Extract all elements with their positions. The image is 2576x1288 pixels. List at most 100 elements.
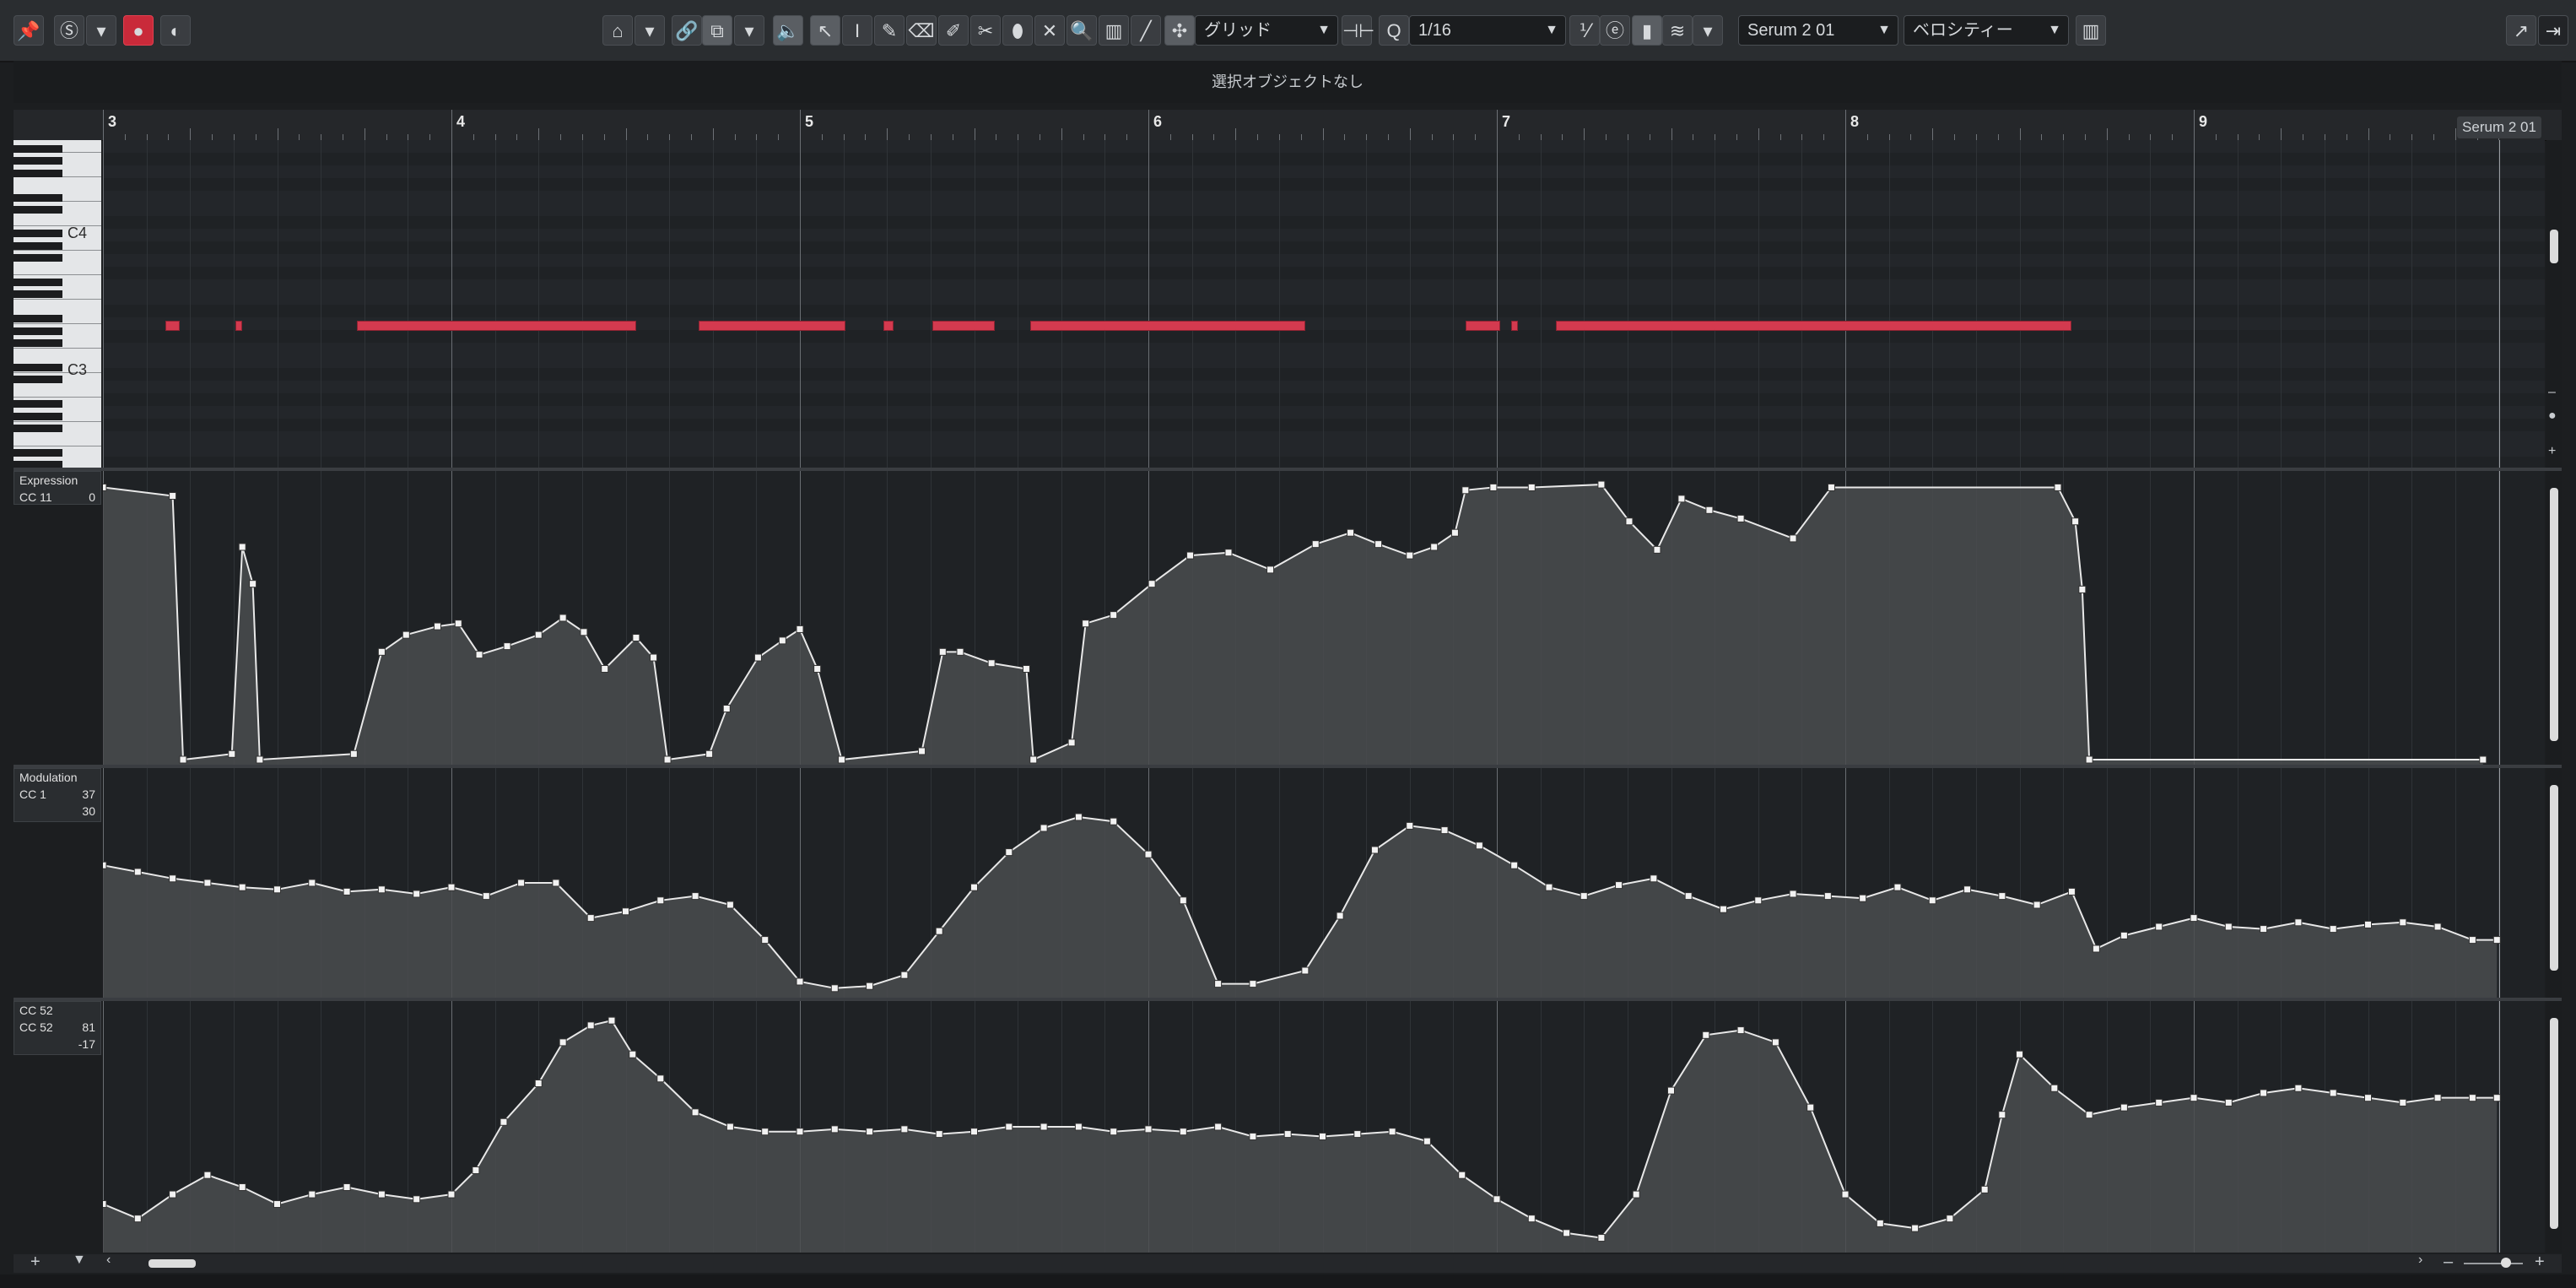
midi-note[interactable]: [1029, 321, 1305, 331]
white-key[interactable]: [14, 262, 101, 275]
keyboard-icon[interactable]: ▥: [2076, 15, 2106, 46]
speaker-icon[interactable]: 🔈: [773, 15, 803, 46]
pointer-icon[interactable]: ↖: [810, 15, 840, 46]
quantize-icon[interactable]: Q: [1379, 15, 1409, 46]
black-key[interactable]: [14, 230, 62, 237]
black-key[interactable]: [14, 194, 62, 202]
range-icon[interactable]: I: [842, 15, 872, 46]
black-key[interactable]: [14, 364, 62, 371]
pin-icon[interactable]: 📌: [14, 15, 44, 46]
snap-icon[interactable]: ✣: [1164, 15, 1195, 46]
iterative-icon[interactable]: ⅟: [1569, 15, 1600, 46]
controller-curve[interactable]: [103, 471, 2545, 765]
black-key[interactable]: [14, 279, 62, 286]
controller-curve[interactable]: [103, 768, 2545, 998]
black-key[interactable]: [14, 425, 62, 432]
glue-icon[interactable]: ⬮: [1002, 15, 1033, 46]
black-key[interactable]: [14, 145, 62, 153]
zoom-icon[interactable]: 🔍: [1067, 15, 1097, 46]
black-key[interactable]: [14, 327, 62, 335]
scroll-thumb[interactable]: [2550, 1018, 2558, 1229]
zoom-in-icon[interactable]: +: [2535, 1253, 2545, 1272]
scroll-left-icon[interactable]: ‹: [106, 1253, 111, 1268]
quantize-select[interactable]: 1/16 ▼: [1409, 15, 1566, 46]
instrument-select[interactable]: Serum 2 01 ▼: [1738, 15, 1898, 46]
black-key[interactable]: [14, 449, 62, 457]
midi-note[interactable]: [1510, 321, 1518, 331]
piano-keyboard[interactable]: C4 C3: [14, 140, 101, 469]
black-key[interactable]: [14, 376, 62, 383]
scroll-right-icon[interactable]: ›: [2418, 1253, 2422, 1268]
black-key[interactable]: [14, 413, 62, 420]
midi-note[interactable]: [235, 321, 243, 331]
dropdown-icon[interactable]: ▾: [86, 15, 116, 46]
horizontal-scroll-thumb[interactable]: [149, 1259, 196, 1268]
export-icon[interactable]: ↗: [2506, 15, 2536, 46]
black-key[interactable]: [14, 206, 62, 214]
midi-note[interactable]: [699, 321, 845, 331]
black-key[interactable]: [14, 170, 62, 177]
stack-icon[interactable]: ⧉: [702, 15, 732, 46]
black-key[interactable]: [14, 315, 62, 322]
dropdown-icon[interactable]: ▾: [734, 15, 764, 46]
midi-note[interactable]: [357, 321, 636, 331]
lane-label-expression[interactable]: Expression CC 11 0: [14, 471, 101, 505]
white-key[interactable]: [14, 348, 101, 361]
scissors-icon[interactable]: ✂: [970, 15, 1001, 46]
zoom-slider[interactable]: [2464, 1263, 2523, 1264]
grid-type-select[interactable]: グリッド ▼: [1195, 15, 1338, 46]
lane-scrollbar[interactable]: [2546, 471, 2562, 765]
solo-icon[interactable]: Ⓢ: [54, 15, 84, 46]
brush-icon[interactable]: ✐: [938, 15, 969, 46]
close-icon[interactable]: ⇥: [2538, 15, 2568, 46]
mute-x-icon[interactable]: ✕: [1034, 15, 1065, 46]
monitor-icon[interactable]: ◐: [160, 15, 191, 46]
note-grid[interactable]: [103, 140, 2545, 469]
add-lane-icon[interactable]: +: [30, 1253, 41, 1272]
pencil-icon[interactable]: ✎: [874, 15, 905, 46]
midi-note[interactable]: [932, 321, 996, 331]
dropdown-icon[interactable]: ▾: [1693, 15, 1723, 46]
zoom-out-icon[interactable]: –: [2444, 1253, 2453, 1272]
scroll-thumb[interactable]: [2550, 785, 2558, 971]
velocity-select[interactable]: ベロシティー ▼: [1904, 15, 2069, 46]
midi-note[interactable]: [1556, 321, 2072, 331]
black-key[interactable]: [14, 290, 62, 298]
scroll-thumb[interactable]: [2550, 488, 2558, 741]
controller-lane-modulation[interactable]: [103, 768, 2545, 998]
white-key[interactable]: [14, 385, 101, 398]
step-icon[interactable]: ▮: [1632, 15, 1662, 46]
midi-note[interactable]: [165, 321, 180, 331]
dropdown-icon[interactable]: ▾: [635, 15, 665, 46]
velocity-icon[interactable]: ▥: [1099, 15, 1129, 46]
zoom-plus-icon[interactable]: +: [2548, 444, 2556, 459]
chevron-down-icon[interactable]: ▼: [73, 1253, 86, 1268]
lane-label-modulation[interactable]: Modulation CC 1 37 30: [14, 768, 101, 822]
midi-note[interactable]: [883, 321, 894, 331]
link-icon[interactable]: 🔗: [672, 15, 702, 46]
white-key[interactable]: [14, 214, 101, 226]
horizontal-scrollbar[interactable]: + ▼ ‹ › – +: [14, 1253, 2562, 1273]
scroll-thumb[interactable]: [2550, 230, 2558, 263]
white-key[interactable]: [14, 299, 101, 312]
lane-label-cc52[interactable]: CC 52 CC 52 81 -17: [14, 1001, 101, 1055]
e-icon[interactable]: ⓔ: [1600, 15, 1630, 46]
ruler[interactable]: 3 4 5 6 7 8 9: [14, 110, 2562, 141]
line-icon[interactable]: ╱: [1131, 15, 1161, 46]
eraser-icon[interactable]: ⌫: [906, 15, 937, 46]
controller-curve[interactable]: [103, 1001, 2545, 1253]
controller-lane-cc52[interactable]: [103, 1001, 2545, 1253]
white-key[interactable]: [14, 176, 101, 190]
zoom-slider-handle[interactable]: [2501, 1258, 2511, 1268]
lane-scrollbar[interactable]: [2546, 768, 2562, 998]
black-key[interactable]: [14, 400, 62, 408]
lane-scrollbar[interactable]: [2546, 1001, 2562, 1253]
home-icon[interactable]: ⌂: [602, 15, 633, 46]
black-key[interactable]: [14, 242, 62, 250]
black-key[interactable]: [14, 254, 62, 262]
black-key[interactable]: [14, 157, 62, 165]
grid-type-icon[interactable]: ⊣⊢: [1342, 15, 1374, 46]
white-key[interactable]: [14, 434, 101, 446]
midi-note[interactable]: [1465, 321, 1501, 331]
controller-lane-expression[interactable]: [103, 471, 2545, 765]
